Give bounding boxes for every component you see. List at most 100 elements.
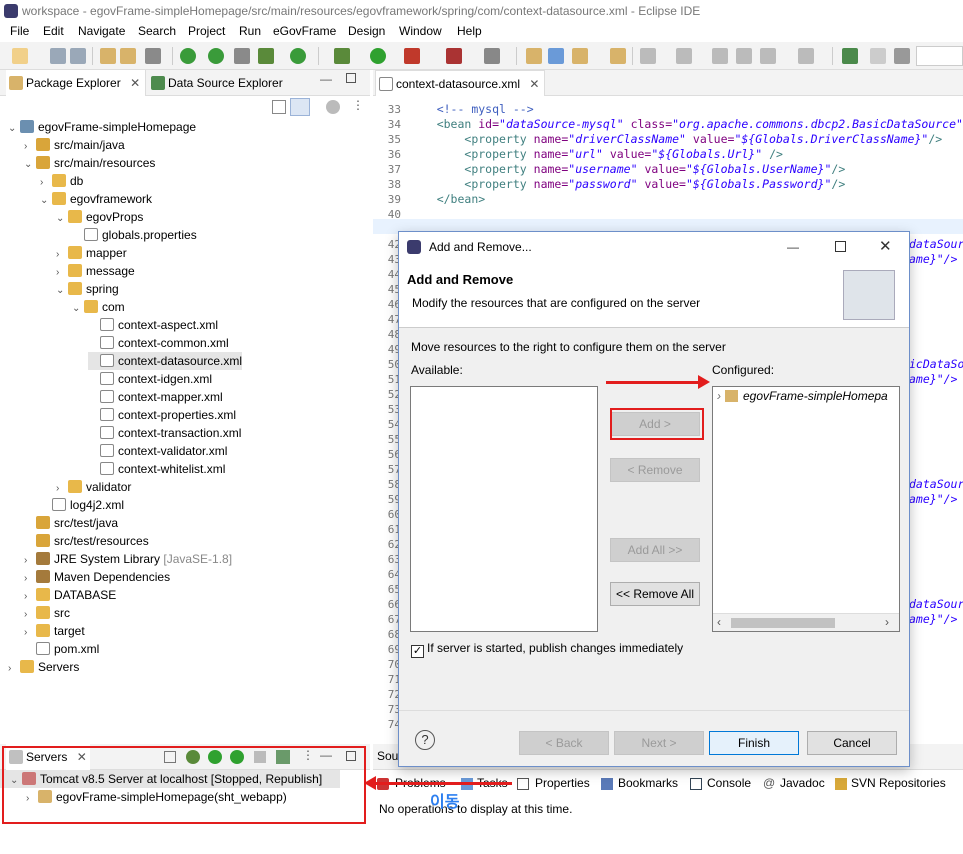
help-icon[interactable]: ?	[415, 730, 435, 750]
back-icon[interactable]	[736, 48, 752, 64]
menu-help[interactable]: Help	[457, 24, 482, 38]
chevron-down-icon[interactable]: ⌄	[24, 156, 36, 174]
debug-icon[interactable]	[334, 48, 350, 64]
quick-access-field[interactable]	[916, 46, 963, 66]
tree-item[interactable]: src/test/java	[24, 514, 118, 532]
tree-item[interactable]: › db	[40, 172, 83, 190]
menu-design[interactable]: Design	[348, 24, 385, 38]
tree-item[interactable]: log4j2.xml	[40, 496, 124, 514]
finish-button[interactable]: Finish	[709, 731, 799, 755]
next-annotation-icon[interactable]	[640, 48, 656, 64]
tree-item[interactable]: › src/main/java	[24, 136, 125, 154]
back-button[interactable]: < Back	[519, 731, 609, 755]
run-icon[interactable]	[370, 48, 386, 64]
open-type-icon[interactable]	[100, 48, 116, 64]
tab-bookmarks[interactable]: Bookmarks	[618, 776, 678, 790]
tree-item[interactable]: context-datasource.xml	[88, 352, 243, 370]
toggle-icon[interactable]	[234, 48, 250, 64]
tab-sou[interactable]: Sou	[377, 749, 398, 763]
search-icon[interactable]	[548, 48, 564, 64]
minimize-icon[interactable]: —	[787, 232, 799, 262]
close-icon[interactable]: ✕	[529, 77, 539, 91]
tree-item[interactable]: context-idgen.xml	[88, 370, 212, 388]
menu-egovframe[interactable]: eGovFrame	[273, 24, 336, 38]
cancel-button[interactable]: Cancel	[807, 731, 897, 755]
tree-item[interactable]: context-aspect.xml	[88, 316, 218, 334]
stop-icon[interactable]	[446, 48, 462, 64]
publish-checkbox-row[interactable]: ✓ If server is started, publish changes i…	[411, 641, 683, 658]
tree-item[interactable]: ⌄ egovFrame-simpleHomepage	[8, 118, 196, 136]
menu-edit[interactable]: Edit	[43, 24, 64, 38]
tree-item[interactable]: context-mapper.xml	[88, 388, 223, 406]
focus-icon[interactable]	[326, 100, 340, 114]
tree-item[interactable]: ⌄ src/main/resources	[24, 154, 155, 172]
menu-search[interactable]: Search	[138, 24, 176, 38]
pencil-icon[interactable]	[870, 48, 886, 64]
horizontal-scrollbar[interactable]: ‹ ›	[713, 613, 899, 631]
save-all-icon[interactable]	[70, 48, 86, 64]
menu-file[interactable]: File	[10, 24, 29, 38]
build-icon[interactable]	[145, 48, 161, 64]
tab-javadoc[interactable]: Javadoc	[780, 776, 825, 790]
remove-all-button[interactable]: << Remove All	[610, 582, 700, 606]
close-icon[interactable]: ✕	[879, 232, 892, 262]
view-menu-icon[interactable]: ⋮	[352, 98, 364, 112]
chevron-down-icon[interactable]: ⌄	[8, 120, 20, 138]
grid-icon[interactable]	[894, 48, 910, 64]
tree-item[interactable]: ⌄ egovframework	[40, 190, 152, 208]
tab-properties[interactable]: Properties	[535, 776, 590, 790]
tab-svn-repositories[interactable]: SVN Repositories	[851, 776, 946, 790]
tree-item[interactable]: context-common.xml	[88, 334, 229, 352]
scrollbar-thumb[interactable]	[731, 618, 835, 628]
last-edit-icon[interactable]	[712, 48, 728, 64]
remove-button[interactable]: < Remove	[610, 458, 700, 482]
forward-arrow-icon[interactable]	[798, 48, 814, 64]
next-button[interactable]: Next >	[614, 731, 704, 755]
tree-item[interactable]: context-whitelist.xml	[88, 460, 225, 478]
save-icon[interactable]	[50, 48, 66, 64]
tree-item[interactable]: ⌄ com	[72, 298, 125, 316]
open-resource-icon[interactable]	[120, 48, 136, 64]
scroll-left-icon[interactable]: ‹	[717, 615, 721, 629]
tab-data-source-explorer[interactable]: Data Source Explorer	[148, 70, 288, 96]
menu-window[interactable]: Window	[399, 24, 442, 38]
menu-navigate[interactable]: Navigate	[78, 24, 125, 38]
publish-checkbox[interactable]: ✓	[411, 645, 424, 658]
tree-item[interactable]: › src	[24, 604, 70, 622]
back-arrow-icon[interactable]	[760, 48, 776, 64]
tab-package-explorer[interactable]: Package Explorer ✕	[6, 70, 146, 96]
tree-item[interactable]: › mapper	[56, 244, 127, 262]
new-icon[interactable]	[12, 48, 28, 64]
scroll-right-icon[interactable]: ›	[885, 615, 889, 629]
chevron-down-icon[interactable]: ⌄	[56, 282, 68, 300]
tree-item[interactable]: context-properties.xml	[88, 406, 236, 424]
chevron-down-icon[interactable]: ⌄	[40, 192, 52, 210]
tree-item[interactable]: › target	[24, 622, 85, 640]
chevron-down-icon[interactable]: ⌄	[72, 300, 84, 318]
configured-list[interactable]: › egovFrame-simpleHomepa ‹ ›	[712, 386, 900, 632]
available-list[interactable]	[410, 386, 598, 632]
menu-project[interactable]: Project	[188, 24, 225, 38]
maximize-icon[interactable]	[346, 73, 356, 83]
tab-console[interactable]: Console	[707, 776, 751, 790]
perspective-icon[interactable]	[842, 48, 858, 64]
tree-item[interactable]: › Maven Dependencies	[24, 568, 170, 586]
annotation-icon[interactable]	[610, 48, 626, 64]
tree-item[interactable]: ⌄ spring	[56, 280, 119, 298]
tree-item[interactable]: context-transaction.xml	[88, 424, 241, 442]
tree-item[interactable]: pom.xml	[24, 640, 99, 658]
tree-item[interactable]: src/test/resources	[24, 532, 149, 550]
new-java-icon[interactable]	[290, 48, 306, 64]
maximize-icon[interactable]	[835, 241, 846, 252]
pen-icon[interactable]	[572, 48, 588, 64]
configured-item[interactable]: › egovFrame-simpleHomepa	[717, 389, 888, 403]
external-tools-icon[interactable]	[404, 48, 420, 64]
minimize-icon[interactable]: —	[320, 72, 332, 86]
tree-item[interactable]: › message	[56, 262, 135, 280]
coverage-icon[interactable]	[484, 48, 500, 64]
egov-run-icon[interactable]	[180, 48, 196, 64]
open-task-icon[interactable]	[526, 48, 542, 64]
tree-item[interactable]: › Servers	[8, 658, 79, 676]
egov-server-icon[interactable]	[208, 48, 224, 64]
close-icon[interactable]: ✕	[130, 76, 140, 90]
